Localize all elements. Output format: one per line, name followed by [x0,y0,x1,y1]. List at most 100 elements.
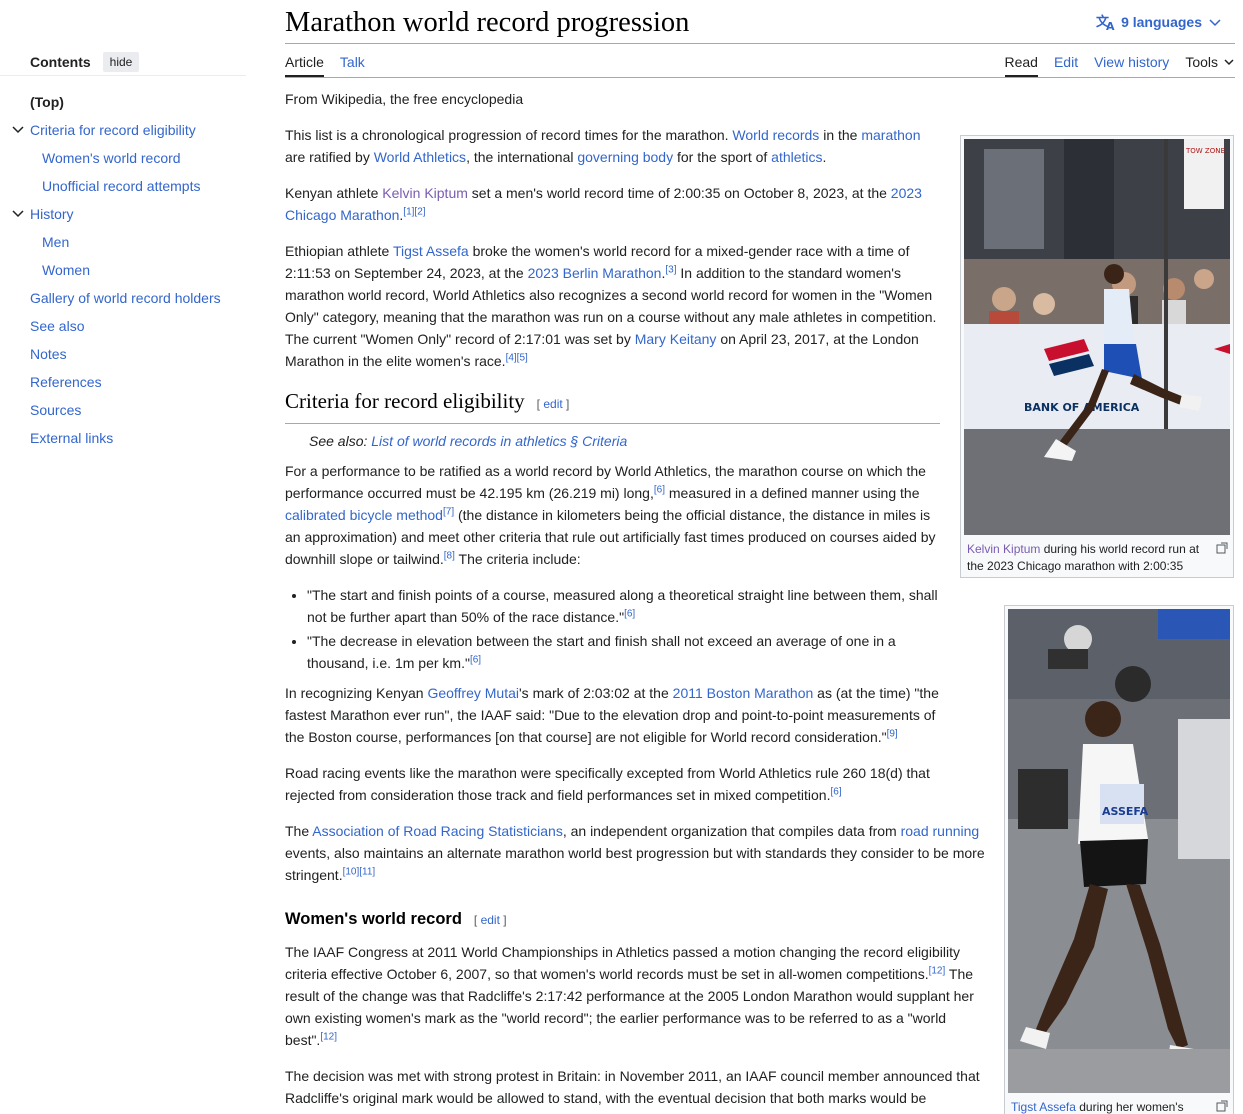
boston-paragraph: In recognizing Kenyan Geoffrey Mutai's m… [285,682,940,748]
text: . [822,149,827,165]
arrs-paragraph: The Association of Road Racing Statistic… [285,820,985,886]
language-button[interactable]: 文 A 9 languages [1096,13,1227,31]
toc-link-womens-record[interactable]: Women's world record [42,150,181,166]
toc-link-see-also[interactable]: See also [30,318,84,334]
toc-item-womens-record[interactable]: Women's world record [0,144,250,172]
link-list-world-records[interactable]: List of world records in athletics § Cri… [371,433,627,449]
enlarge-icon[interactable] [1216,1100,1228,1112]
citation[interactable]: [3] [665,264,676,275]
chevron-down-icon[interactable] [11,123,25,137]
toc-item-top[interactable]: (Top) [0,88,250,116]
link-world-athletics[interactable]: World Athletics [374,149,466,165]
citation[interactable]: [6] [654,484,665,495]
citation[interactable]: [4][5] [506,352,528,363]
photo-kelvin-kiptum[interactable]: BANK OF AMERICA TOW ZONE [964,139,1230,535]
toc-item-unofficial[interactable]: Unofficial record attempts [0,172,250,200]
banner-text: BANK OF AMERICA [1024,401,1140,414]
citation[interactable]: [1][2] [403,206,425,217]
toc-item-history[interactable]: History [0,200,250,228]
table-of-contents: Contents hide (Top) Criteria for record … [0,50,250,452]
toc-item-sources[interactable]: Sources [0,396,250,424]
citation[interactable]: [12] [929,965,946,976]
link-kelvin-kiptum[interactable]: Kelvin Kiptum [382,185,468,201]
chevron-down-icon [1224,59,1234,66]
link-2011-boston-marathon[interactable]: 2011 Boston Marathon [673,685,814,701]
toc-link-criteria[interactable]: Criteria for record eligibility [30,122,196,138]
language-count[interactable]: 9 languages [1121,14,1202,30]
link-tigst-assefa[interactable]: Tigst Assefa [393,243,469,259]
sign-text: TOW ZONE [1185,147,1225,155]
citation[interactable]: [7] [443,506,454,517]
toc-link-history[interactable]: History [30,206,74,222]
link-calibrated-bicycle-method[interactable]: calibrated bicycle method [285,507,443,523]
heading-text: Women's world record [285,910,462,928]
enlarge-icon[interactable] [1216,542,1228,554]
text: "The start and finish points of a course… [307,587,938,625]
citation[interactable]: [6] [624,608,635,619]
text: in the [819,127,862,143]
edit-section-link[interactable]: edit [481,913,500,927]
toc-item-references[interactable]: References [0,368,250,396]
tab-talk[interactable]: Talk [340,54,365,77]
toc-item-men[interactable]: Men [0,228,250,256]
toc-item-criteria[interactable]: Criteria for record eligibility [0,116,250,144]
citation[interactable]: [10][11] [343,866,376,877]
tab-article[interactable]: Article [285,54,324,77]
toc-link-sources[interactable]: Sources [30,402,81,418]
toc-item-notes[interactable]: Notes [0,340,250,368]
hatnote: See also: List of world records in athle… [285,430,940,452]
toc-link-gallery[interactable]: Gallery of world record holders [30,290,221,306]
link-athletics[interactable]: athletics [771,149,822,165]
tab-edit[interactable]: Edit [1054,54,1078,77]
photo-tigst-assefa[interactable]: ASSEFA [1008,609,1230,1093]
text: The decision was met with strong protest… [285,1068,980,1106]
citation[interactable]: [12] [320,1031,337,1042]
chevron-down-icon[interactable] [11,207,25,221]
toc-item-see-also[interactable]: See also [0,312,250,340]
namespace-tabs: Article Talk [285,54,381,77]
caption-link-assefa[interactable]: Tigst Assefa [1011,1100,1076,1114]
text: events, also maintains an alternate mara… [285,845,985,883]
toc-hide-button[interactable]: hide [102,51,140,72]
translate-icon: 文 A [1096,14,1115,31]
link-2023-berlin-marathon[interactable]: 2023 Berlin Marathon [528,265,662,281]
text: The [285,823,313,839]
text: 's mark of 2:03:02 at the [519,685,673,701]
toc-link-external-links[interactable]: External links [30,430,113,446]
toc-list: (Top) Criteria for record eligibility Wo… [0,88,250,452]
link-arrs[interactable]: Association of Road Racing Statisticians [312,823,563,839]
toc-link-women[interactable]: Women [42,262,90,278]
thumbnail-kiptum: BANK OF AMERICA TOW ZONE Kelvin Kiptum d… [960,135,1234,578]
link-world-records[interactable]: World records [732,127,819,143]
toc-link-notes[interactable]: Notes [30,346,67,362]
text: for the sport of [673,149,772,165]
citation[interactable]: [9] [887,728,898,739]
edit-section-link[interactable]: edit [543,397,562,411]
text: The IAAF Congress at 2011 World Champion… [285,944,960,982]
citation[interactable]: [6] [470,654,481,665]
toc-link-references[interactable]: References [30,374,102,390]
toc-link-unofficial[interactable]: Unofficial record attempts [42,178,200,194]
chevron-down-icon [1209,19,1221,27]
citation[interactable]: [6] [831,786,842,797]
tools-menu[interactable]: Tools [1185,54,1235,77]
toc-item-gallery[interactable]: Gallery of world record holders [0,284,250,312]
womens-paragraph-1: The IAAF Congress at 2011 World Champion… [285,941,985,1051]
toc-item-women[interactable]: Women [0,256,250,284]
link-governing-body[interactable]: governing body [577,149,673,165]
tools-label[interactable]: Tools [1185,54,1218,70]
heading-text: Criteria for record eligibility [285,389,525,413]
toc-link-men[interactable]: Men [42,234,69,250]
caption-link-kiptum[interactable]: Kelvin Kiptum [967,542,1040,556]
bib-text: ASSEFA [1102,805,1149,818]
link-road-running[interactable]: road running [901,823,980,839]
citation[interactable]: [8] [444,550,455,561]
toc-item-external-links[interactable]: External links [0,424,250,452]
intro-paragraph-3: Ethiopian athlete Tigst Assefa broke the… [285,240,940,372]
text: In recognizing Kenyan [285,685,428,701]
link-mary-keitany[interactable]: Mary Keitany [635,331,717,347]
link-geoffrey-mutai[interactable]: Geoffrey Mutai [427,685,519,701]
tab-read[interactable]: Read [1004,54,1038,77]
tab-view-history[interactable]: View history [1094,54,1169,77]
link-marathon[interactable]: marathon [861,127,920,143]
